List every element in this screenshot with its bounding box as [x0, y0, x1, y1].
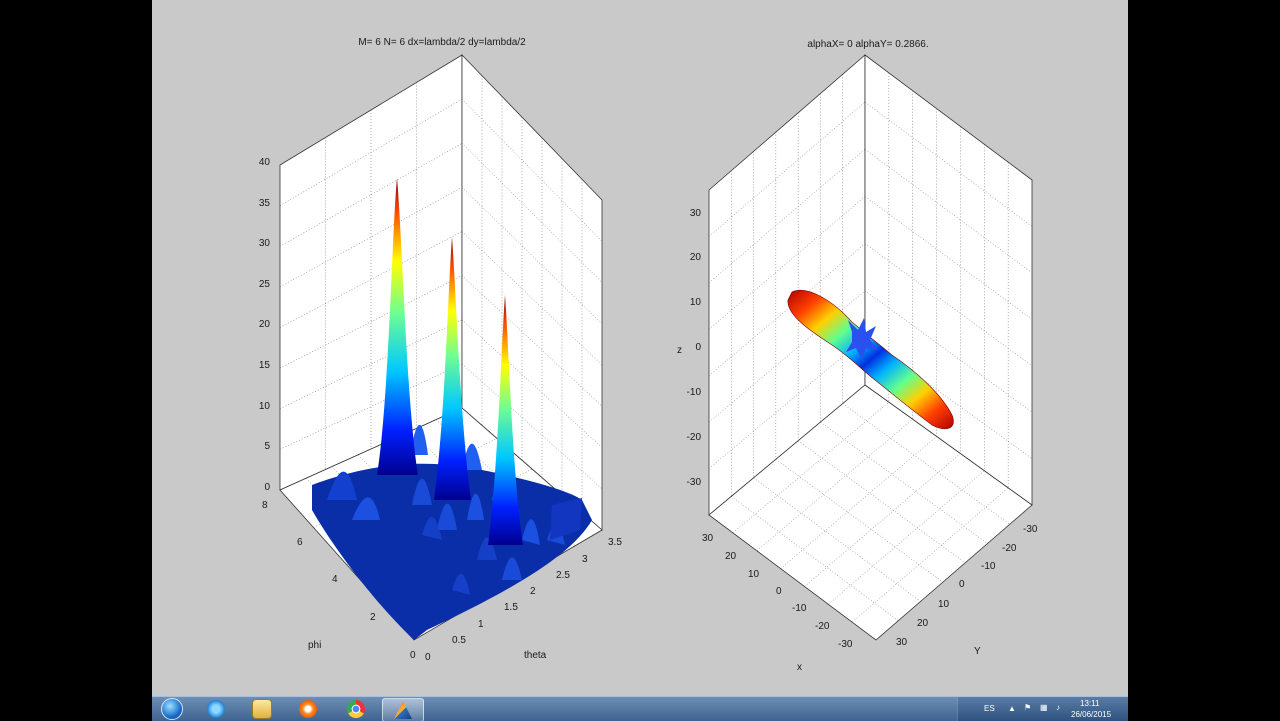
theta-tick: 2.5 — [556, 570, 570, 581]
left-surface-plot: M= 6 N= 6 dx=lambda/2 dy=lambda/2 40 35 … — [259, 37, 622, 663]
language-indicator[interactable]: ES — [984, 704, 995, 713]
taskbar-media-player[interactable] — [288, 698, 328, 720]
start-orb-icon — [161, 698, 183, 720]
volume-icon[interactable]: ♪ — [1056, 703, 1060, 712]
right-xlabel: x — [797, 662, 802, 673]
y-tick: 30 — [896, 637, 908, 648]
z-tick: 25 — [259, 279, 271, 290]
z-tick: 0 — [695, 342, 701, 353]
x-tick: 20 — [725, 551, 737, 562]
theta-tick: 0.5 — [452, 635, 466, 646]
right-z-tick-labels: 30 20 10 0 -10 -20 -30 — [687, 208, 702, 488]
x-tick: 30 — [702, 533, 714, 544]
y-tick: -10 — [981, 561, 996, 572]
y-tick: -20 — [1002, 543, 1017, 554]
y-tick: 0 — [959, 579, 965, 590]
ie-icon — [207, 700, 225, 718]
right-radiation-plot: alphaX= 0 alphaY= 0.2866. 30 20 10 0 -10… — [677, 39, 1038, 673]
phi-tick: 2 — [370, 612, 376, 623]
z-tick: 10 — [690, 297, 702, 308]
y-tick: 10 — [938, 599, 950, 610]
z-tick: 20 — [259, 319, 271, 330]
theta-tick: 1 — [478, 619, 484, 630]
phi-tick: 0 — [410, 650, 416, 661]
phi-tick: 6 — [297, 537, 303, 548]
theta-tick: 1.5 — [504, 602, 518, 613]
theta-tick: 0 — [425, 652, 431, 663]
y-tick: -30 — [1023, 524, 1038, 535]
z-tick: 30 — [690, 208, 702, 219]
taskbar-internet-explorer[interactable] — [196, 698, 236, 720]
y-tick: 20 — [917, 618, 929, 629]
z-tick: 40 — [259, 157, 271, 168]
explorer-icon — [252, 699, 272, 719]
z-tick: 5 — [264, 441, 270, 452]
z-tick: 0 — [264, 482, 270, 493]
windows-taskbar: ES ▲ ⚑ ▦ ♪ 13:11 26/06/2015 — [152, 696, 1128, 721]
matlab-figure-window: M= 6 N= 6 dx=lambda/2 dy=lambda/2 40 35 … — [152, 0, 1128, 696]
taskbar-matlab[interactable] — [382, 698, 424, 721]
system-tray: ES ▲ ⚑ ▦ ♪ 13:11 26/06/2015 — [957, 697, 1128, 721]
matlab-icon — [394, 701, 412, 719]
right-ylabel: Y — [974, 646, 981, 657]
left-plot-title: M= 6 N= 6 dx=lambda/2 dy=lambda/2 — [358, 37, 526, 48]
taskbar-chrome[interactable] — [336, 698, 376, 720]
z-tick: -30 — [687, 477, 702, 488]
z-tick: -20 — [687, 432, 702, 443]
plots-canvas: M= 6 N= 6 dx=lambda/2 dy=lambda/2 40 35 … — [259, 37, 1038, 673]
media-player-icon — [299, 700, 317, 718]
network-icon[interactable]: ▦ — [1040, 703, 1048, 712]
clock-time[interactable]: 13:11 — [1080, 699, 1099, 708]
z-tick: 10 — [259, 401, 271, 412]
left-xlabel-theta: theta — [524, 650, 547, 661]
z-tick: 35 — [259, 198, 271, 209]
right-plot-title: alphaX= 0 alphaY= 0.2866. — [807, 39, 928, 50]
start-button[interactable] — [152, 698, 192, 720]
z-tick: 30 — [259, 238, 271, 249]
theta-tick: 3.5 — [608, 537, 622, 548]
x-tick: -10 — [792, 603, 807, 614]
phi-tick: 4 — [332, 574, 338, 585]
left-z-tick-labels: 40 35 30 25 20 15 10 5 0 — [259, 157, 271, 493]
right-zlabel: z — [677, 345, 682, 356]
x-tick: 10 — [748, 569, 760, 580]
theta-tick: 3 — [582, 554, 588, 565]
z-tick: -10 — [687, 387, 702, 398]
x-tick: -30 — [838, 639, 853, 650]
z-tick: 15 — [259, 360, 271, 371]
x-tick: 0 — [776, 586, 782, 597]
flag-icon[interactable]: ⚑ — [1024, 703, 1031, 712]
left-ylabel-phi: phi — [308, 640, 321, 651]
clock-date[interactable]: 26/06/2015 — [1071, 710, 1111, 719]
chrome-icon — [347, 700, 365, 718]
taskbar-windows-explorer[interactable] — [242, 698, 282, 720]
show-hidden-icons-icon[interactable]: ▲ — [1008, 704, 1016, 713]
phi-tick: 8 — [262, 500, 268, 511]
z-tick: 20 — [690, 252, 702, 263]
x-tick: -20 — [815, 621, 830, 632]
theta-tick: 2 — [530, 586, 536, 597]
